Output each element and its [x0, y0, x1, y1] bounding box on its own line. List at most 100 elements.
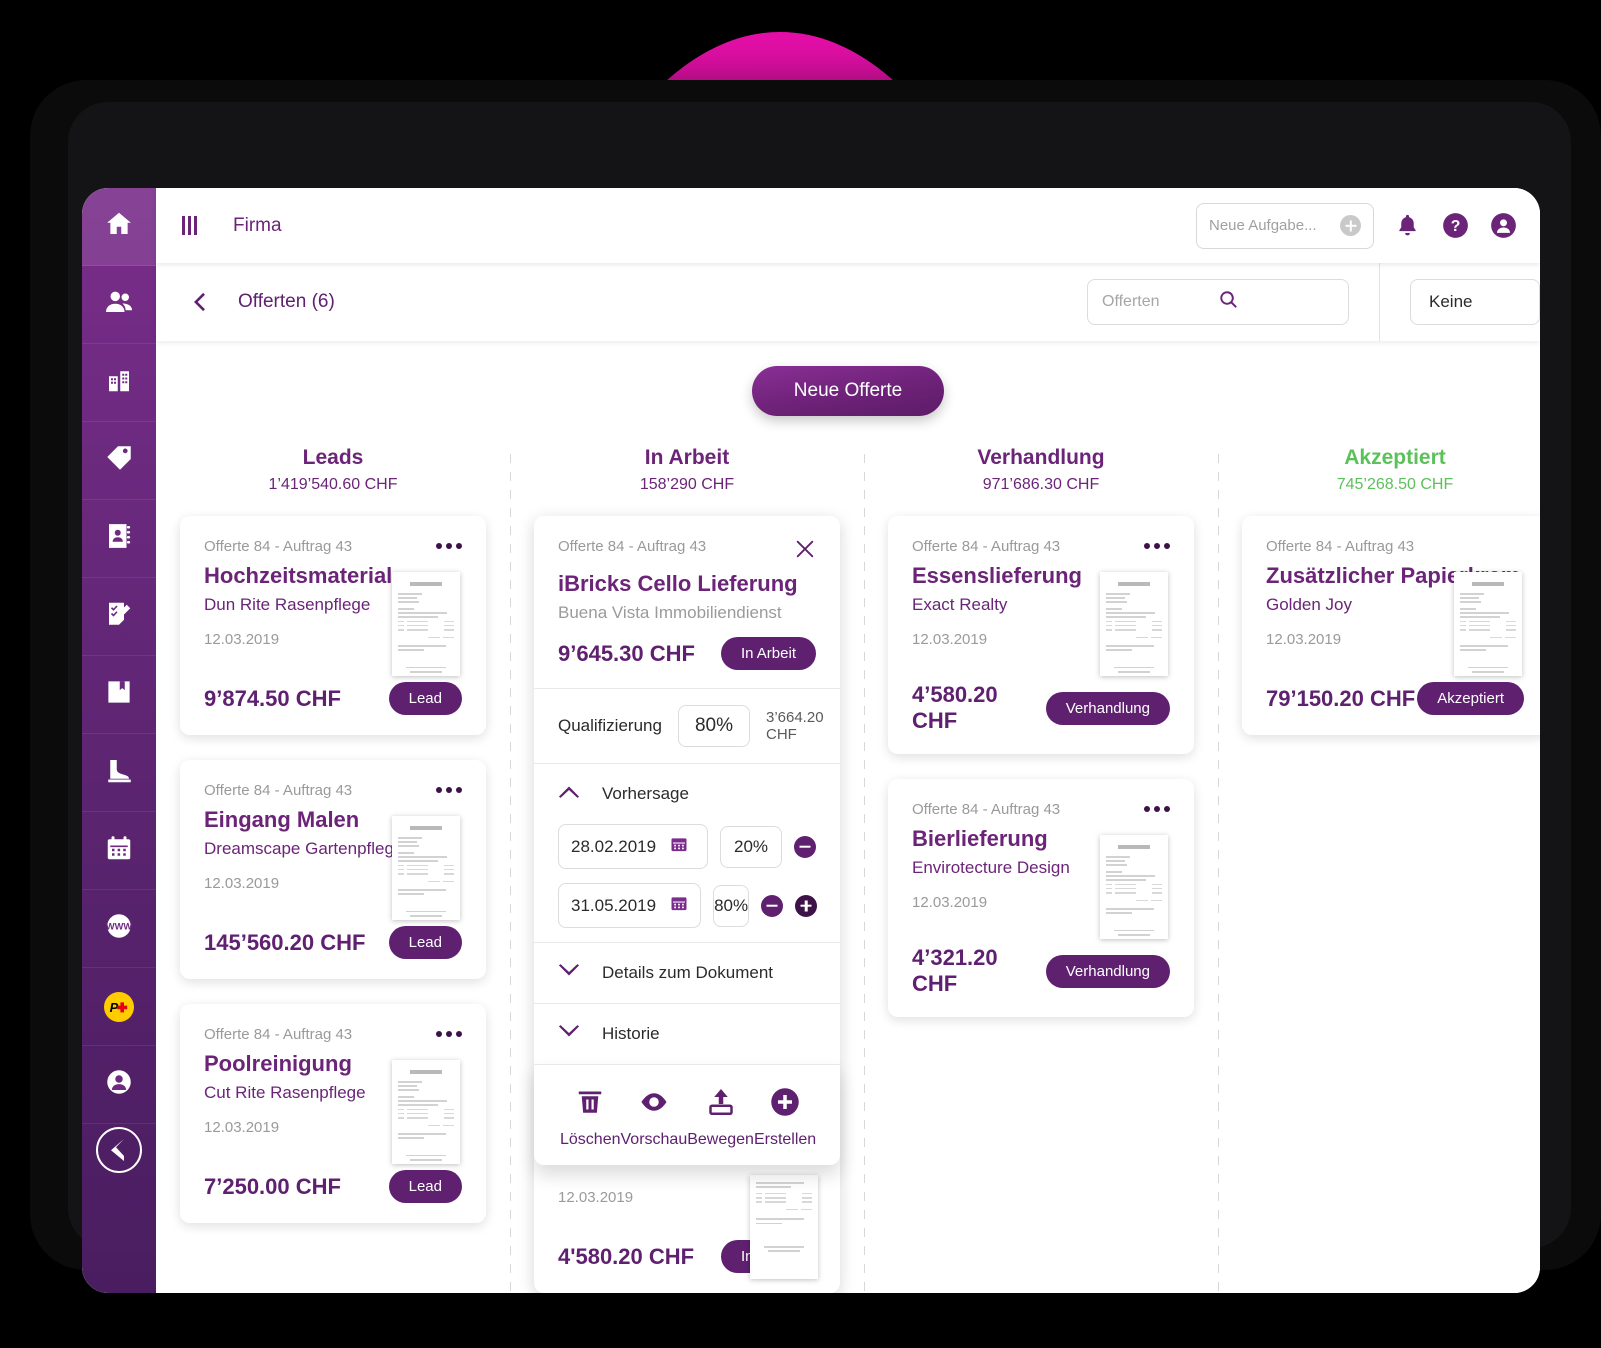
forecast-section-header[interactable]: Vorhersage: [534, 764, 840, 824]
remove-forecast-row-icon[interactable]: [794, 835, 816, 858]
top-bar-actions: Neue Aufgabe... ?: [1196, 202, 1540, 249]
column-title: Akzeptiert: [1344, 446, 1446, 469]
eye-icon: [639, 1087, 669, 1122]
book-bookmark-icon: [104, 677, 134, 712]
column-title: Leads: [302, 446, 364, 469]
card-amount: 79’150.20 CHF: [1266, 685, 1416, 711]
create-action[interactable]: Erstellen: [754, 1087, 816, 1149]
app-content: Firma Neue Aufgabe... ? Offerten (6) Off…: [156, 188, 1540, 1293]
remove-forecast-row-icon[interactable]: [761, 894, 784, 917]
top-bar: Firma Neue Aufgabe... ?: [156, 188, 1540, 263]
document-thumbnail-icon[interactable]: [1100, 572, 1168, 676]
search-icon[interactable]: [1218, 289, 1334, 315]
status-badge[interactable]: Akzeptiert: [1417, 682, 1524, 715]
column-header: In Arbeit 158’290 CHF: [510, 446, 864, 494]
sidebar-item-library[interactable]: [82, 656, 156, 734]
column-header: Akzeptiert 745’268.50 CHF: [1218, 446, 1540, 494]
sidebar-item-address-book[interactable]: [82, 500, 156, 578]
status-badge[interactable]: In Arbeit: [720, 637, 816, 670]
column-cards: Offerte 84 - Auftrag 43 Essenslieferung …: [864, 494, 1218, 1017]
qualification-amount: 3’664.20 CHF: [765, 709, 824, 743]
forecast-percent-input[interactable]: 20%: [720, 825, 782, 868]
document-thumbnail-icon[interactable]: [392, 1060, 460, 1164]
more-options-icon[interactable]: [436, 538, 462, 549]
delete-action[interactable]: Löschen: [560, 1087, 621, 1149]
chevron-down-icon[interactable]: [558, 1025, 580, 1043]
more-options-icon[interactable]: [1144, 538, 1170, 549]
forecast-date-value: 31.05.2019: [571, 895, 657, 915]
more-options-icon[interactable]: [436, 782, 462, 793]
document-thumbnail-icon[interactable]: [1100, 835, 1168, 939]
bell-icon[interactable]: [1392, 211, 1422, 241]
status-badge[interactable]: Lead: [388, 682, 462, 715]
sidebar-item-calendar[interactable]: [82, 812, 156, 890]
card-amount: 4’580.20 CHF: [912, 682, 998, 733]
qualification-section: Qualifizierung 80% 3’664.20 CHF: [534, 688, 840, 763]
history-header[interactable]: Historie: [534, 1004, 840, 1064]
sidebar-item-postfinance[interactable]: P: [82, 968, 156, 1046]
hamburger-icon[interactable]: [182, 216, 197, 235]
sidebar-item-profile[interactable]: [82, 1046, 156, 1124]
help-icon[interactable]: ?: [1440, 211, 1470, 241]
status-badge[interactable]: Verhandlung: [1045, 954, 1170, 988]
sidebar-item-home[interactable]: [82, 188, 156, 266]
offer-card[interactable]: Offerte 84 - Auftrag 43 Essenslieferung …: [888, 516, 1194, 754]
move-upload-icon: [706, 1087, 736, 1122]
sidebar-item-boot[interactable]: [82, 734, 156, 812]
offer-card[interactable]: Offerte 84 - Auftrag 43 Eingang Malen Dr…: [180, 760, 486, 979]
offer-card[interactable]: Offerte 84 - Auftrag 43 Hochzeitsmateria…: [180, 516, 486, 735]
filter-select[interactable]: Keine: [1410, 279, 1540, 325]
search-input[interactable]: Offerten: [1087, 279, 1349, 325]
history-section: Historie: [534, 1003, 840, 1064]
column-header: Verhandlung 971’686.30 CHF: [864, 446, 1218, 494]
sidebar-item-tags[interactable]: [82, 422, 156, 500]
document-thumbnail-icon[interactable]: [392, 572, 460, 676]
chevron-up-icon[interactable]: [558, 785, 580, 803]
column-cards: Offerte 84 - Auftrag 43 Hochzeitsmateria…: [156, 494, 510, 1223]
ibricks-logo-icon[interactable]: [96, 1127, 142, 1173]
status-badge[interactable]: Lead: [388, 1170, 462, 1203]
sidebar-item-people[interactable]: [82, 266, 156, 344]
expanded-amount-row: 9’645.30 CHF In Arbeit: [558, 637, 816, 670]
document-thumbnail-icon[interactable]: [1454, 572, 1522, 676]
document-thumbnail-icon[interactable]: [750, 1175, 818, 1279]
qualification-input[interactable]: 80%: [677, 705, 750, 747]
close-icon[interactable]: [794, 538, 816, 565]
offer-card[interactable]: Offerte 84 - Auftrag 43 Poolreinigung Cu…: [180, 1004, 486, 1223]
more-options-icon[interactable]: [1144, 801, 1170, 812]
plus-circle-icon[interactable]: [1340, 215, 1361, 236]
new-offer-button[interactable]: Neue Offerte: [751, 366, 945, 416]
sidebar-item-tasks[interactable]: [82, 578, 156, 656]
calendar-icon[interactable]: [670, 894, 688, 917]
document-details-header[interactable]: Details zum Dokument: [534, 943, 840, 1003]
card-company: Buena Vista Immobiliendienst: [558, 603, 782, 622]
more-options-icon[interactable]: [436, 1026, 462, 1037]
calendar-icon[interactable]: [670, 835, 695, 858]
document-thumbnail-icon[interactable]: [392, 816, 460, 920]
offer-card[interactable]: Offerte 84 - Auftrag 43 Zusätzlicher Pap…: [1242, 516, 1540, 735]
document-details-title: Details zum Dokument: [602, 963, 774, 982]
svg-text:?: ?: [1450, 218, 1460, 235]
preview-action[interactable]: Vorschau: [621, 1087, 687, 1149]
status-badge[interactable]: Verhandlung: [1045, 691, 1170, 725]
user-avatar-icon[interactable]: [1488, 211, 1518, 241]
move-action[interactable]: Bewegen: [687, 1087, 754, 1149]
offer-card[interactable]: Offerte 84 - Auftrag 43 Bierlieferung En…: [888, 779, 1194, 1017]
expanded-card-footer: 12.03.2019 4'580.20 CHF In: [534, 1165, 840, 1293]
expanded-offer-card[interactable]: Offerte 84 - Auftrag 43 iBricks Cello Li…: [534, 516, 840, 1293]
forecast-percent-input[interactable]: 80%: [713, 884, 750, 927]
forecast-date-input[interactable]: 31.05.2019: [558, 883, 702, 928]
app-sidebar: WWW P: [82, 188, 156, 1293]
new-task-input[interactable]: Neue Aufgabe...: [1196, 202, 1374, 249]
status-badge[interactable]: Lead: [388, 926, 462, 959]
kanban-column-in-arbeit: In Arbeit 158’290 CHF Offerte 84 - Auftr…: [510, 446, 864, 1293]
chevron-down-icon[interactable]: [558, 964, 580, 982]
tablet-device-frame: WWW P Firma Neue Aufgabe... ? Offerten (…: [30, 80, 1601, 1293]
column-title: Verhandlung: [977, 446, 1105, 469]
sidebar-item-web[interactable]: WWW: [82, 890, 156, 968]
card-reference: Offerte 84 - Auftrag 43: [204, 782, 353, 799]
forecast-date-input[interactable]: 28.02.2019: [558, 824, 708, 869]
sidebar-item-companies[interactable]: [82, 344, 156, 422]
add-forecast-row-icon[interactable]: [795, 894, 818, 917]
chevron-left-icon[interactable]: [186, 289, 212, 315]
